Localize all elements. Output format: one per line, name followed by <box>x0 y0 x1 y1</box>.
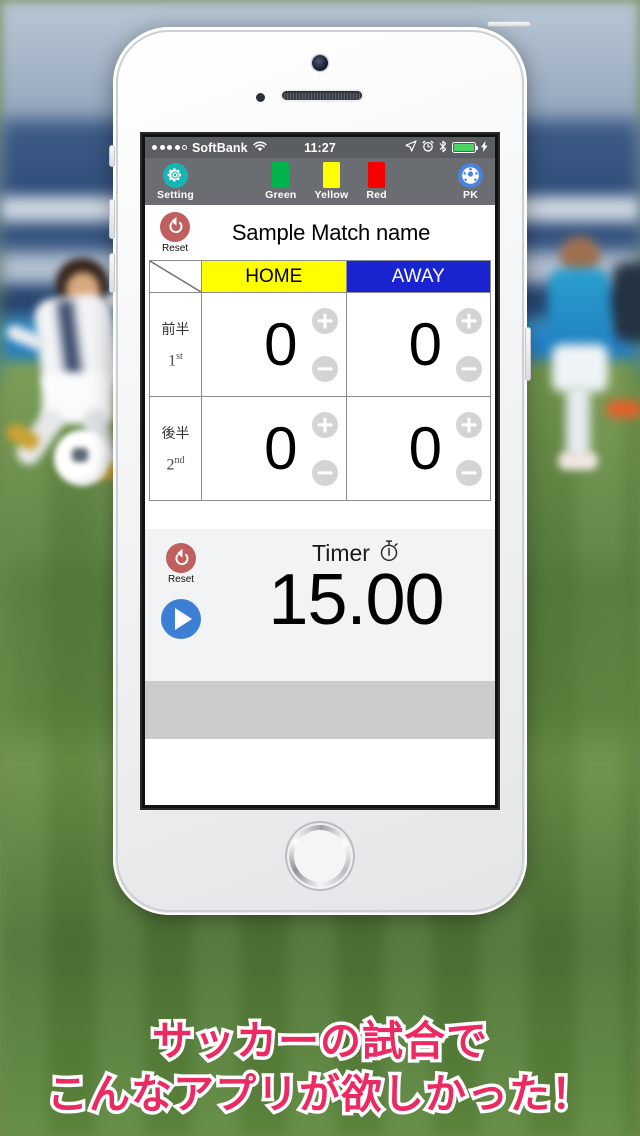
yellow-card-button[interactable]: Yellow <box>315 162 349 201</box>
table-row: 前半 1st 0 0 <box>150 293 490 397</box>
bluetooth-icon <box>439 140 447 156</box>
mute-switch[interactable] <box>109 145 115 167</box>
minus-circle-icon[interactable] <box>456 355 482 382</box>
home-first-half-score-cell: 0 <box>202 293 347 396</box>
plus-circle-icon[interactable] <box>311 411 338 438</box>
home-second-half-score-cell: 0 <box>202 397 347 500</box>
match-reset-label: Reset <box>161 242 189 254</box>
soccer-ball-icon <box>457 162 483 188</box>
location-arrow-icon <box>405 140 417 155</box>
minus-circle-icon[interactable] <box>311 459 338 486</box>
volume-up-button[interactable] <box>109 199 115 239</box>
plus-circle-icon[interactable] <box>456 307 482 334</box>
away-team-header[interactable]: AWAY <box>346 261 490 292</box>
plus-circle-icon[interactable] <box>311 307 338 334</box>
refresh-icon <box>166 543 196 573</box>
spacer <box>145 501 495 529</box>
app-toolbar: Setting Green Yellow Red PK <box>145 158 495 205</box>
charging-bolt-icon <box>481 140 488 155</box>
camera-icon <box>312 55 328 71</box>
alarm-clock-icon <box>422 140 434 155</box>
caption-line-2: こんなアプリが欲しかった！ <box>44 1066 596 1121</box>
timer-reset-button[interactable]: Reset <box>155 543 207 585</box>
green-card-label: Green <box>265 189 297 201</box>
pk-label: PK <box>462 188 478 201</box>
match-name-field[interactable]: Sample Match name <box>201 220 495 246</box>
timer-reset-label: Reset <box>167 574 195 585</box>
home-team-header[interactable]: HOME <box>202 261 347 292</box>
gear-icon <box>162 162 188 188</box>
minus-circle-icon[interactable] <box>456 459 482 486</box>
caption-line-1: サッカーの試合で <box>149 1014 491 1069</box>
yellow-card-icon <box>322 162 340 188</box>
play-icon[interactable] <box>161 599 201 639</box>
pk-button[interactable]: PK <box>457 162 483 201</box>
green-card-button[interactable]: Green <box>265 162 296 201</box>
yellow-card-label: Yellow <box>314 189 349 201</box>
timer-value: 15.00 <box>268 560 444 640</box>
bottom-bar <box>145 681 495 739</box>
second-half-jp-label: 後半 <box>161 425 190 442</box>
minus-circle-icon[interactable] <box>311 355 338 382</box>
volume-down-button[interactable] <box>109 253 115 293</box>
red-card-button[interactable]: Red <box>366 162 387 201</box>
proximity-sensor-icon <box>256 93 265 102</box>
home-button-icon[interactable] <box>287 823 353 889</box>
setting-button[interactable]: Setting <box>157 162 194 201</box>
power-button[interactable] <box>487 21 531 27</box>
second-half-label-cell: 後半 2nd <box>150 397 202 500</box>
away-first-half-score-cell: 0 <box>347 293 491 396</box>
refresh-icon <box>160 211 190 242</box>
second-half-en-label: 2nd <box>166 454 185 474</box>
setting-label: Setting <box>157 188 194 201</box>
away-second-half-score-cell: 0 <box>347 397 491 500</box>
speaker-grille-icon <box>282 91 362 100</box>
card-buttons-group: Green Yellow Red <box>265 162 387 201</box>
timer-section: Reset Timer 15.00 <box>145 529 495 681</box>
match-reset-button[interactable]: Reset <box>149 211 201 254</box>
sim-tray <box>525 327 531 381</box>
promo-caption: サッカーの試合で こんなアプリが欲しかった！ <box>0 1014 640 1122</box>
match-title-bar: Reset Sample Match name <box>145 205 495 260</box>
green-card-icon <box>272 162 290 188</box>
scoreboard-table: HOME AWAY 前半 1st 0 0 後半 2nd 0 0 <box>149 260 491 501</box>
table-row: 後半 2nd 0 0 <box>150 397 490 501</box>
red-card-icon <box>368 162 386 188</box>
iphone-device-frame: SoftBank 11:27 Setting Green Yellow Red … <box>109 21 531 915</box>
status-bar: SoftBank 11:27 <box>145 137 495 158</box>
first-half-label-cell: 前半 1st <box>150 293 202 396</box>
scoreboard-header-row: HOME AWAY <box>150 261 490 293</box>
diagonal-divider-icon <box>150 261 202 292</box>
red-card-label: Red <box>366 189 387 201</box>
first-half-en-label: 1st <box>168 350 183 370</box>
first-half-jp-label: 前半 <box>161 321 190 338</box>
phone-screen: SoftBank 11:27 Setting Green Yellow Red … <box>145 137 495 805</box>
battery-icon <box>452 142 479 153</box>
plus-circle-icon[interactable] <box>456 411 482 438</box>
